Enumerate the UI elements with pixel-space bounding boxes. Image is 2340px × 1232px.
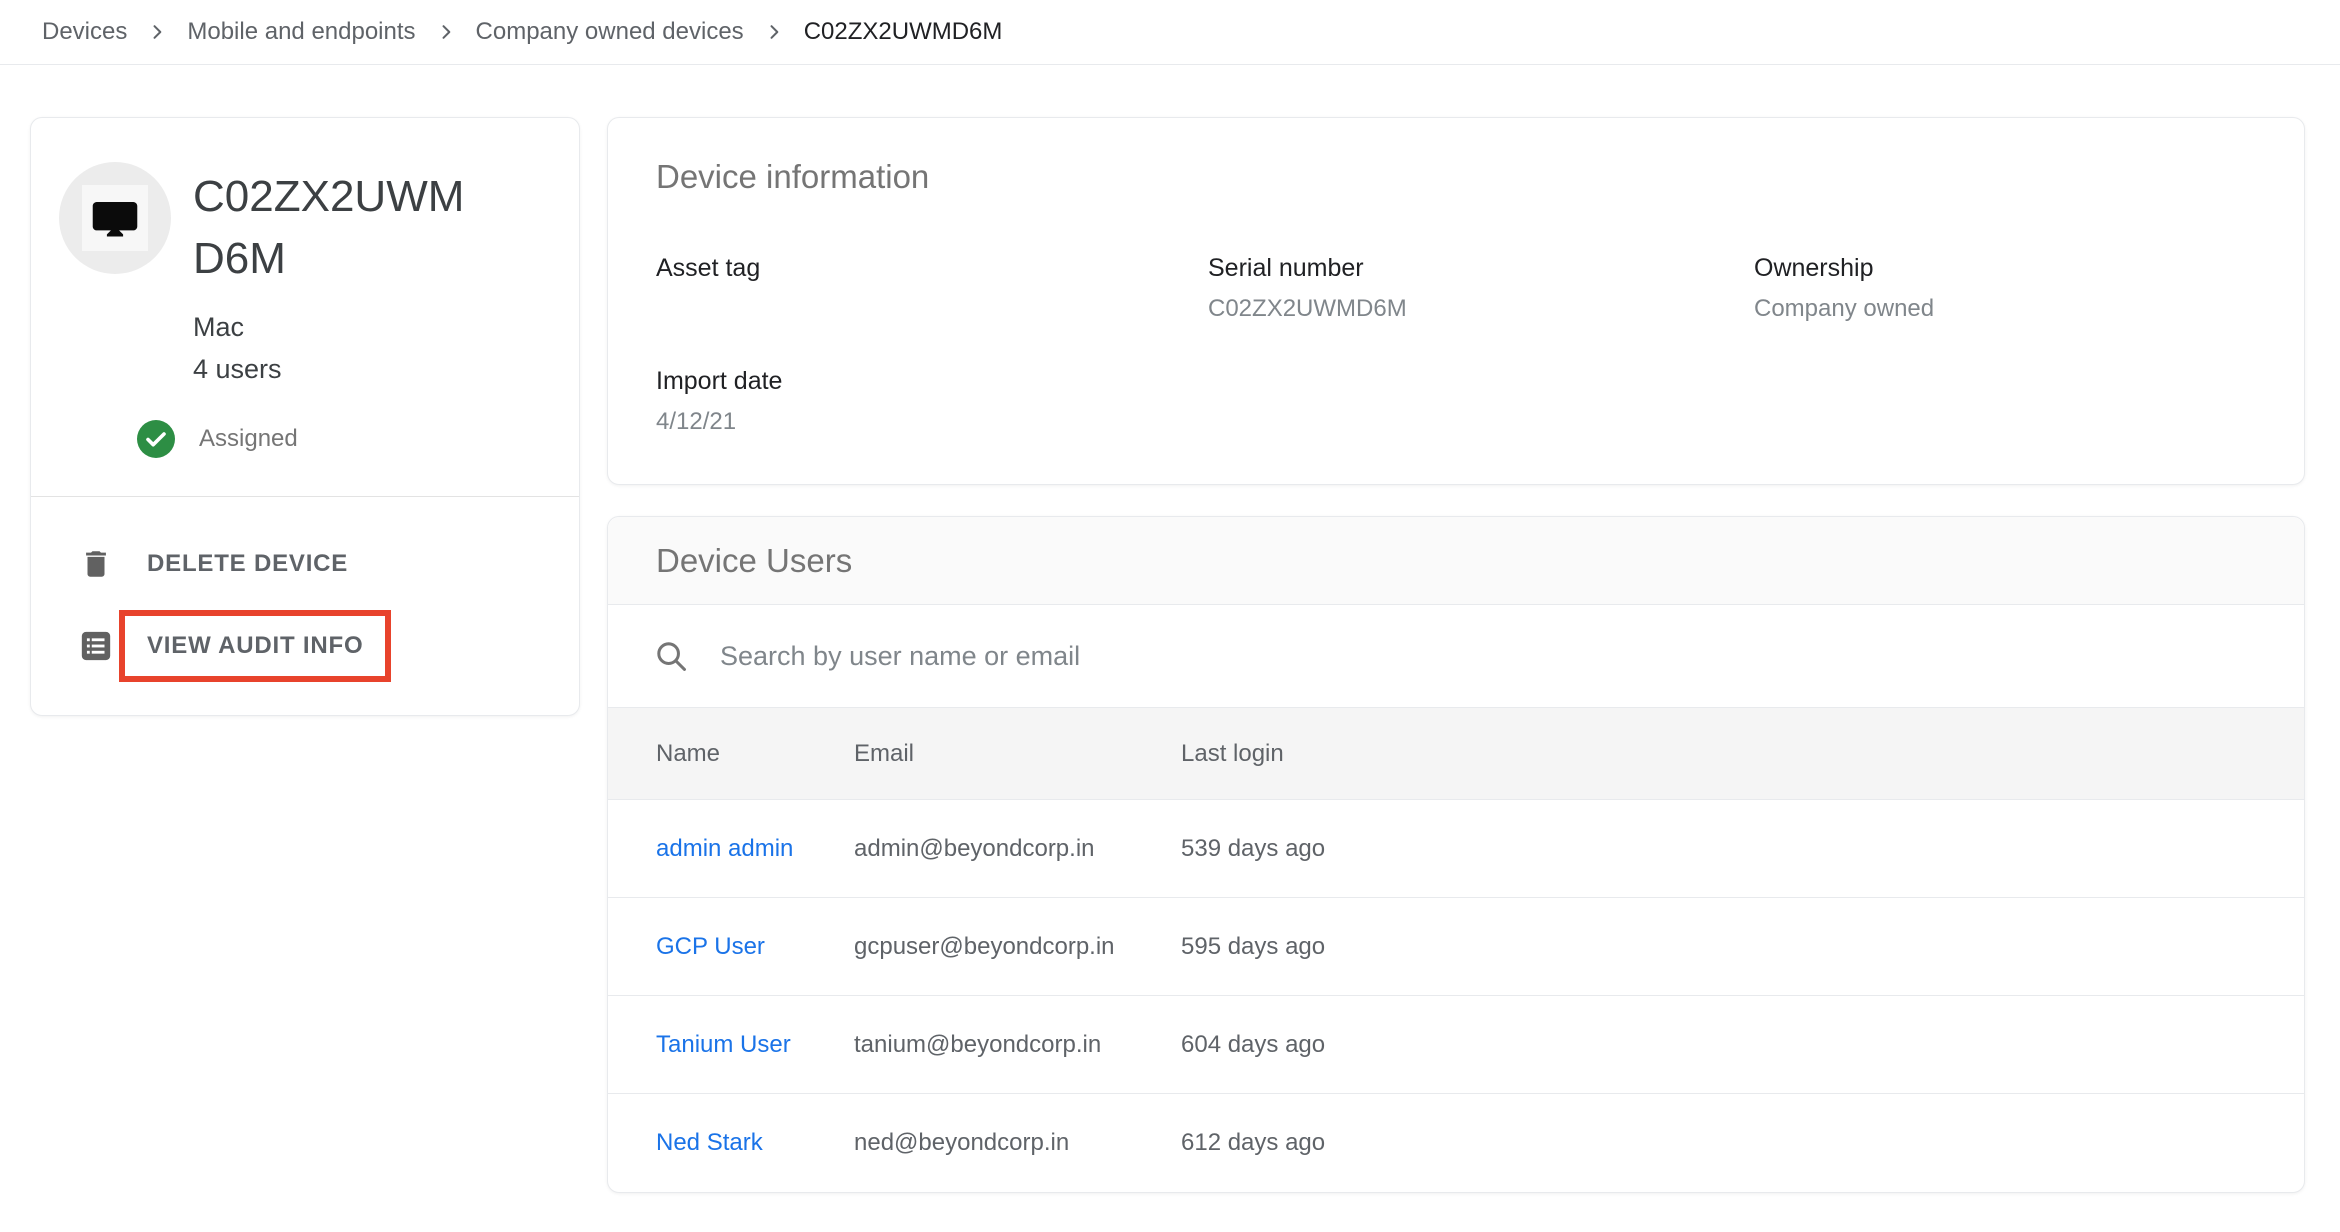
user-last-login: 595 days ago: [1181, 898, 2304, 996]
user-link[interactable]: GCP User: [656, 933, 765, 960]
annotation-highlight-box: VIEW AUDIT INFO: [119, 610, 391, 682]
chevron-right-icon: [147, 22, 167, 42]
column-header-name: Name: [608, 708, 854, 800]
user-email: admin@beyondcorp.in: [854, 800, 1181, 898]
breadcrumb-company-owned-devices[interactable]: Company owned devices: [476, 18, 744, 46]
search-input[interactable]: [720, 641, 2260, 672]
device-users-table: Name Email Last login admin admin admin@…: [608, 707, 2304, 1192]
device-summary-card: C02ZX2UWMD6M Mac 4 users Assigned: [30, 117, 580, 716]
table-header-row: Name Email Last login: [608, 708, 2304, 800]
status-badge: Assigned: [199, 425, 298, 453]
search-icon: [652, 637, 690, 675]
table-row: Tanium User tanium@beyondcorp.in 604 day…: [608, 996, 2304, 1094]
device-information-card: Device information Asset tag Serial numb…: [607, 117, 2305, 485]
list-alt-icon: [79, 629, 113, 663]
column-header-email: Email: [854, 708, 1181, 800]
field-asset-tag: Asset tag: [656, 254, 1208, 325]
breadcrumb: Devices Mobile and endpoints Company own…: [0, 0, 2340, 65]
view-audit-info-button[interactable]: VIEW AUDIT INFO: [31, 605, 579, 687]
table-row: admin admin admin@beyondcorp.in 539 days…: [608, 800, 2304, 898]
device-users-title: Device Users: [656, 542, 852, 580]
user-last-login: 612 days ago: [1181, 1094, 2304, 1192]
breadcrumb-devices[interactable]: Devices: [42, 18, 127, 46]
user-link[interactable]: Tanium User: [656, 1031, 791, 1058]
user-email: ned@beyondcorp.in: [854, 1094, 1181, 1192]
breadcrumb-mobile-endpoints[interactable]: Mobile and endpoints: [187, 18, 415, 46]
view-audit-info-label: VIEW AUDIT INFO: [147, 632, 363, 659]
desktop-monitor-icon: [82, 185, 148, 251]
device-avatar: [59, 162, 171, 274]
user-last-login: 604 days ago: [1181, 996, 2304, 1094]
field-import-date: Import date 4/12/21: [656, 367, 1208, 438]
delete-device-button[interactable]: DELETE DEVICE: [31, 523, 579, 605]
table-row: Ned Stark ned@beyondcorp.in 612 days ago: [608, 1094, 2304, 1192]
device-users-card: Device Users Name Email Last log: [607, 516, 2305, 1193]
device-information-title: Device information: [656, 158, 2256, 196]
delete-device-label: DELETE DEVICE: [147, 550, 348, 578]
user-email: gcpuser@beyondcorp.in: [854, 898, 1181, 996]
breadcrumb-current-device: C02ZX2UWMD6M: [804, 18, 1003, 46]
user-link[interactable]: admin admin: [656, 835, 793, 862]
trash-icon: [79, 547, 113, 581]
check-circle-icon: [137, 420, 175, 458]
device-name: C02ZX2UWMD6M: [193, 166, 493, 290]
chevron-right-icon: [436, 22, 456, 42]
field-serial-number: Serial number C02ZX2UWMD6M: [1208, 254, 1754, 325]
device-user-count: 4 users: [193, 348, 493, 390]
field-ownership: Ownership Company owned: [1754, 254, 2256, 325]
device-type: Mac: [193, 306, 493, 348]
user-last-login: 539 days ago: [1181, 800, 2304, 898]
user-link[interactable]: Ned Stark: [656, 1129, 763, 1156]
column-header-last-login: Last login: [1181, 708, 2304, 800]
chevron-right-icon: [764, 22, 784, 42]
table-row: GCP User gcpuser@beyondcorp.in 595 days …: [608, 898, 2304, 996]
user-email: tanium@beyondcorp.in: [854, 996, 1181, 1094]
